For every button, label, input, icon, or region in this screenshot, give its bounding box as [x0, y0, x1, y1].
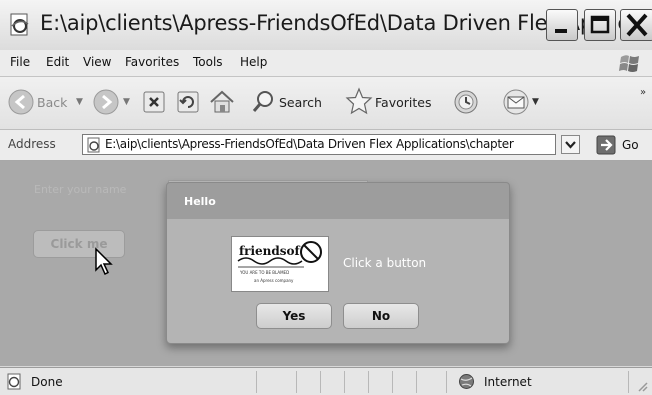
status-separator [446, 371, 447, 393]
status-separator [628, 371, 629, 393]
page-icon [87, 137, 100, 153]
history-icon[interactable] [452, 88, 480, 116]
friendsofed-logo-graphic: friendsof YOU ARE TO BE BLAMED an Apress… [237, 241, 322, 283]
resize-grip-icon[interactable] [636, 380, 648, 392]
address-bar: Address E:\aip\clients\Apress-FriendsOfE… [0, 130, 652, 161]
svg-text:YOU ARE TO BE BLAMED: YOU ARE TO BE BLAMED [239, 270, 289, 275]
page-done-icon [7, 373, 21, 390]
toolbar: Back ▼ ▼ Search Favorites ▼ » [0, 77, 652, 130]
status-separator [296, 371, 297, 393]
favorites-button-label[interactable]: Favorites [375, 95, 431, 110]
mail-icon[interactable] [501, 88, 531, 116]
status-separator [368, 371, 369, 393]
home-icon[interactable] [208, 88, 236, 116]
status-separator [416, 371, 417, 393]
security-zone-text: Internet [484, 375, 532, 389]
menu-edit[interactable]: Edit [46, 55, 69, 69]
name-label: Enter your name [34, 183, 127, 196]
windows-flag-icon [619, 55, 639, 72]
title-bar[interactable]: E:\aip\clients\Apress-FriendsOfEd\Data D… [0, 0, 652, 51]
hello-dialog: Hello friendsof YOU ARE TO BE BLAMED an … [166, 182, 510, 344]
status-separator [392, 371, 393, 393]
back-button-label[interactable]: Back [37, 95, 67, 110]
maximize-button[interactable] [584, 9, 616, 41]
chevron-down-icon [565, 141, 576, 149]
minimize-icon [555, 29, 567, 33]
mail-dropdown-icon[interactable]: ▼ [532, 97, 539, 107]
status-separator [256, 371, 257, 393]
address-value: E:\aip\clients\Apress-FriendsOfEd\Data D… [105, 137, 514, 151]
flex-app-content: Enter your name Click me Hello friendsof… [0, 161, 652, 366]
friendsofed-logo: friendsof YOU ARE TO BE BLAMED an Apress… [231, 236, 329, 292]
dialog-title: Hello [184, 195, 216, 208]
favorites-star-icon[interactable] [345, 87, 373, 115]
browser-window: E:\aip\clients\Apress-FriendsOfEd\Data D… [0, 0, 652, 395]
close-icon [626, 13, 648, 37]
go-arrow-icon[interactable] [596, 135, 616, 155]
menu-favorites[interactable]: Favorites [125, 55, 179, 69]
menu-help[interactable]: Help [240, 55, 267, 69]
search-button-label[interactable]: Search [279, 95, 322, 110]
svg-text:friendsof: friendsof [239, 244, 301, 258]
stop-icon[interactable] [142, 90, 166, 114]
menu-file[interactable]: File [10, 55, 30, 69]
address-dropdown-button[interactable] [561, 135, 580, 154]
menu-view[interactable]: View [83, 55, 111, 69]
ie-document-icon [10, 13, 29, 36]
status-text: Done [31, 375, 63, 389]
forward-arrow-icon[interactable] [93, 89, 119, 115]
status-separator [344, 371, 345, 393]
dialog-message: Click a button [343, 256, 427, 270]
forward-dropdown-icon[interactable]: ▼ [123, 97, 130, 107]
back-dropdown-icon[interactable]: ▼ [76, 97, 83, 107]
menu-tools[interactable]: Tools [193, 55, 223, 69]
mouse-cursor-icon [95, 247, 113, 276]
toolbar-overflow-icon[interactable]: » [640, 87, 646, 98]
minimize-button[interactable] [546, 9, 578, 41]
address-input[interactable]: E:\aip\clients\Apress-FriendsOfEd\Data D… [82, 134, 556, 155]
address-label: Address [8, 137, 56, 151]
dialog-body: friendsof YOU ARE TO BE BLAMED an Apress… [167, 219, 509, 343]
search-icon[interactable] [251, 89, 275, 115]
refresh-icon[interactable] [176, 90, 200, 114]
svg-text:an Apress company: an Apress company [254, 278, 294, 283]
no-button[interactable]: No [343, 303, 419, 329]
go-button-label[interactable]: Go [622, 138, 639, 152]
status-separator [320, 371, 321, 393]
back-arrow-icon[interactable] [8, 89, 34, 115]
status-bar: Done Internet [0, 367, 652, 395]
maximize-icon [590, 15, 610, 34]
yes-button[interactable]: Yes [256, 303, 332, 329]
internet-globe-icon [459, 374, 474, 389]
menu-bar: File Edit View Favorites Tools Help [0, 50, 652, 77]
close-button[interactable] [620, 9, 652, 41]
